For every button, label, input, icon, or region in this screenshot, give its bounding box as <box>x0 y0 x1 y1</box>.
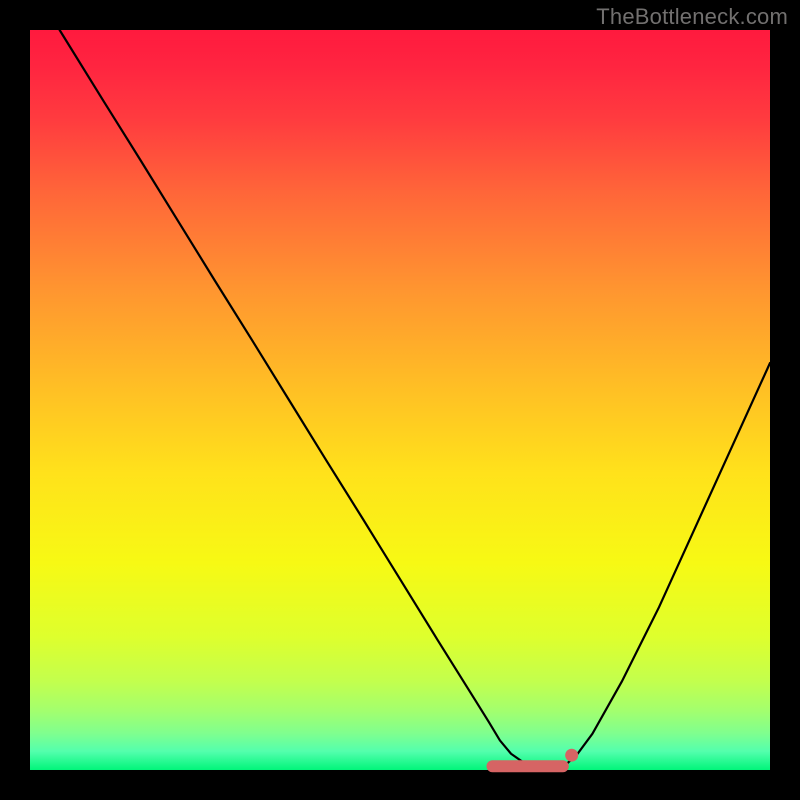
bottleneck-chart <box>0 0 800 800</box>
optimal-marker-end <box>565 749 578 762</box>
plot-background <box>30 30 770 770</box>
chart-container: TheBottleneck.com <box>0 0 800 800</box>
watermark-text: TheBottleneck.com <box>596 4 788 30</box>
